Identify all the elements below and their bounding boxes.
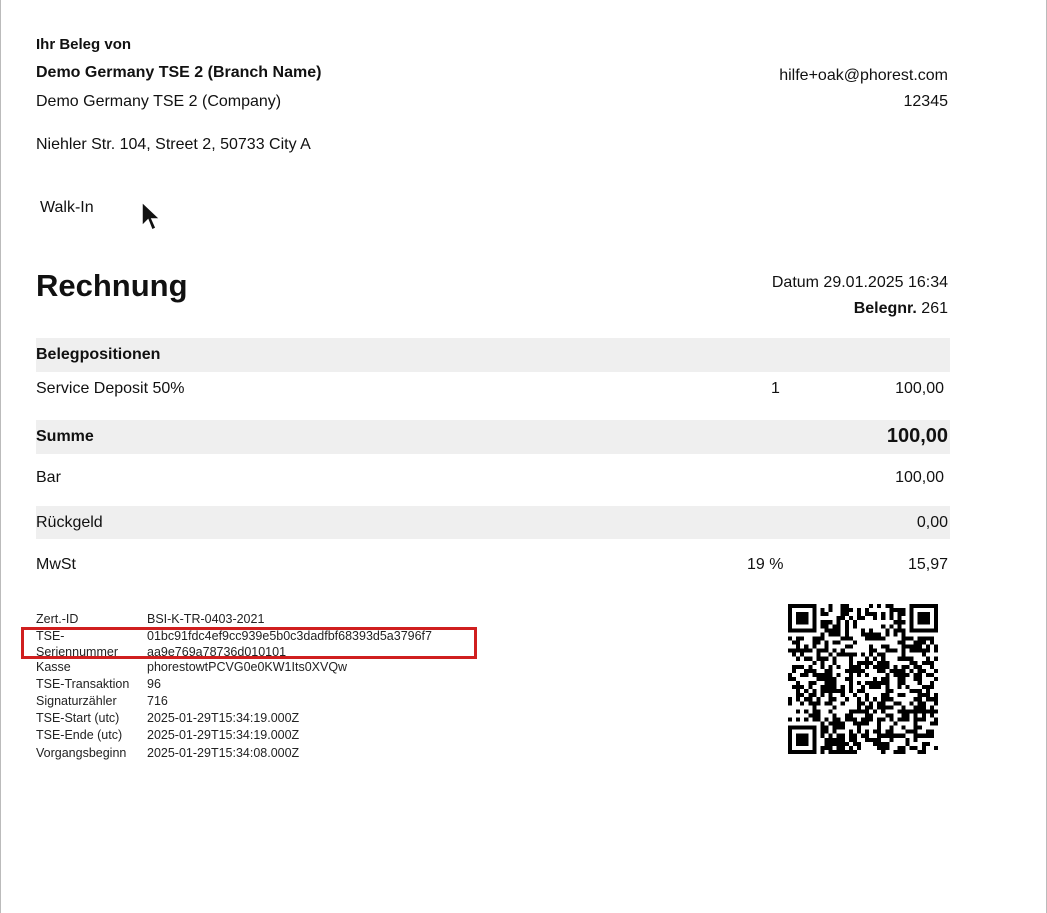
branch-name: Demo Germany TSE 2 (Branch Name) <box>36 64 322 81</box>
invoice-title: Rechnung <box>36 268 188 303</box>
cash-value: 100,00 <box>895 469 944 486</box>
receipt-page: Ihr Beleg von Demo Germany TSE 2 (Branch… <box>0 0 1047 913</box>
positions-header: Belegpositionen <box>36 346 161 363</box>
tse-label-cert-id: Zert.-ID <box>36 612 79 626</box>
tse-value-transaction: 96 <box>147 677 161 691</box>
client-name: Walk-In <box>40 199 94 216</box>
contact-email: hilfe+oak@phorest.com <box>779 67 948 84</box>
highlight-box <box>21 627 477 659</box>
qr-code <box>788 604 938 754</box>
company-address: Niehler Str. 104, Street 2, 50733 City A <box>36 136 311 153</box>
contact-number: 12345 <box>903 93 949 110</box>
receipt-number-line: Belegnr. 261 <box>854 300 948 318</box>
tse-label-end: TSE-Ende (utc) <box>36 728 123 742</box>
cash-label: Bar <box>36 469 61 486</box>
tse-value-signature-counter: 716 <box>147 694 168 708</box>
receipt-number-label: Belegnr. <box>853 300 917 317</box>
positions-header-band <box>36 338 950 372</box>
tse-value-end: 2025-01-29T15:34:19.000Z <box>147 728 300 742</box>
tse-value-process-start: 2025-01-29T15:34:08.000Z <box>147 746 300 760</box>
tse-value-register: phorestowtPCVG0e0KW1Its0XVQw <box>147 660 348 674</box>
invoice-date: Datum 29.01.2025 16:34 <box>771 274 948 291</box>
sum-label: Summe <box>36 428 94 445</box>
tse-label-signature-counter: Signaturzähler <box>36 694 117 708</box>
vat-value: 15,97 <box>907 556 948 573</box>
receipt-number-value: 261 <box>921 300 948 317</box>
tse-value-cert-id: BSI-K-TR-0403-2021 <box>147 612 265 626</box>
mouse-cursor-icon <box>141 200 162 232</box>
company-name: Demo Germany TSE 2 (Company) <box>36 93 282 110</box>
receipt-title-line: Ihr Beleg von <box>36 36 132 53</box>
tse-label-transaction: TSE-Transaktion <box>36 677 130 691</box>
vat-rate: 19 % <box>747 556 784 573</box>
change-band <box>36 506 950 539</box>
item-quantity: 1 <box>771 380 780 397</box>
tse-label-start: TSE-Start (utc) <box>36 711 120 725</box>
tse-value-start: 2025-01-29T15:34:19.000Z <box>147 711 300 725</box>
vat-label: MwSt <box>36 556 76 573</box>
sum-value: 100,00 <box>886 425 948 447</box>
item-amount: 100,00 <box>895 380 944 397</box>
change-value: 0,00 <box>916 514 948 531</box>
change-label: Rückgeld <box>36 514 103 531</box>
sum-band <box>36 420 950 454</box>
item-name: Service Deposit 50% <box>36 380 185 397</box>
tse-label-register: Kasse <box>36 660 71 674</box>
tse-label-process-start: Vorgangsbeginn <box>36 746 127 760</box>
